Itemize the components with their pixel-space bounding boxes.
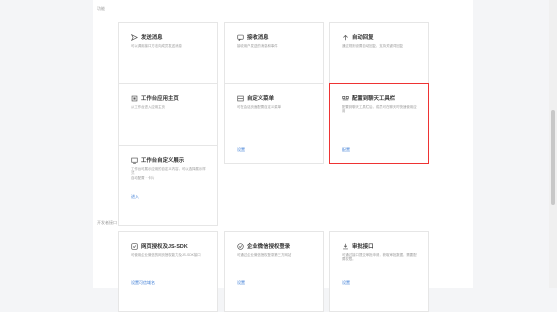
card-chat-toolbar: 配置到聊天工具栏 配置到聊天工具栏后，成员可在聊天时快速使用应用 配置 (329, 83, 429, 164)
card-title: 审批接口 (352, 244, 374, 250)
card-desc: 工作台可展示应用的自定义内容，可以选择展示样式 自动配置 · 卡片 (131, 167, 207, 180)
card-custom-menu: 自定义菜单 可在会话页面配置自定义菜单 设置 (224, 83, 324, 164)
card-title: 自动回复 (352, 35, 374, 41)
card-title: 工作台应用主页 (141, 96, 179, 102)
card-desc-text: 工作台可展示应用的自定义内容，可以选择展示样式 (131, 167, 206, 176)
set-trusted-domain-link[interactable]: 设置可信域名 (131, 280, 155, 286)
card-title: 接收消息 (247, 35, 269, 41)
card-title: 企业微信授权登录 (247, 244, 291, 250)
approval-icon (342, 243, 349, 250)
message-icon (237, 34, 244, 41)
card-desc: 接收用户发送的消息和事件 (237, 44, 278, 48)
configure-link[interactable]: 配置 (342, 147, 350, 153)
card-web-auth-jssdk: 网页授权及JS-SDK 可使用企业微信的网页授权能力及JS-SDK接口 设置可信… (118, 231, 218, 312)
card-desc: 从工作台进入应用主页 (131, 105, 165, 109)
card-desc: 可通过企业微信授权登录第三方网站 (237, 253, 292, 257)
toolbar-icon (342, 95, 349, 102)
card-desc: 通过规则设置自动回复，支持关键词回复 (342, 44, 404, 48)
card-title: 发送消息 (141, 35, 163, 41)
auto-reply-icon (342, 34, 349, 41)
section-label-dev-interface: 开发者接口 (97, 220, 117, 225)
card-title: 工作台自定义展示 (141, 158, 185, 164)
card-desc: 可通过接口提交审批申请，获取审批数据，需要配置权限。 (342, 253, 417, 262)
card-desc-sub: 自动配置 · 卡片 (131, 175, 155, 180)
card-enterprise-login: 企业微信授权登录 可通过企业微信授权登录第三方网站 设置 (224, 231, 324, 312)
card-workbench-custom-display: 工作台自定义展示 工作台可展示应用的自定义内容，可以选择展示样式 自动配置 · … (118, 145, 218, 226)
card-desc: 可以调用接口方法向成员发送消息 (131, 44, 182, 48)
card-title: 网页授权及JS-SDK (141, 244, 188, 250)
card-desc: 配置到聊天工具栏后，成员可在聊天时快速使用应用 (342, 105, 417, 114)
card-title: 自定义菜单 (247, 96, 274, 102)
card-approval-interface: 审批接口 可通过接口提交审批申请，获取审批数据，需要配置权限。 设置 (329, 231, 429, 312)
custom-menu-settings-link[interactable]: 设置 (237, 147, 245, 153)
send-icon (131, 33, 138, 41)
enterprise-login-settings-link[interactable]: 设置 (237, 280, 245, 286)
home-icon (131, 95, 138, 102)
scrollbar-thumb[interactable] (551, 110, 555, 205)
display-icon (131, 157, 138, 164)
card-desc: 可在会话页面配置自定义菜单 (237, 105, 282, 109)
card-desc: 可使用企业微信的网页授权能力及JS-SDK接口 (131, 253, 201, 257)
vertical-scrollbar[interactable] (549, 0, 557, 288)
menu-icon (237, 95, 244, 102)
card-title: 配置到聊天工具栏 (352, 96, 396, 102)
approval-settings-link[interactable]: 设置 (342, 280, 350, 286)
enter-link[interactable]: 进入 (131, 194, 139, 200)
section-label-functions: 功能 (97, 6, 105, 11)
web-icon (131, 242, 138, 250)
login-icon (237, 242, 244, 250)
